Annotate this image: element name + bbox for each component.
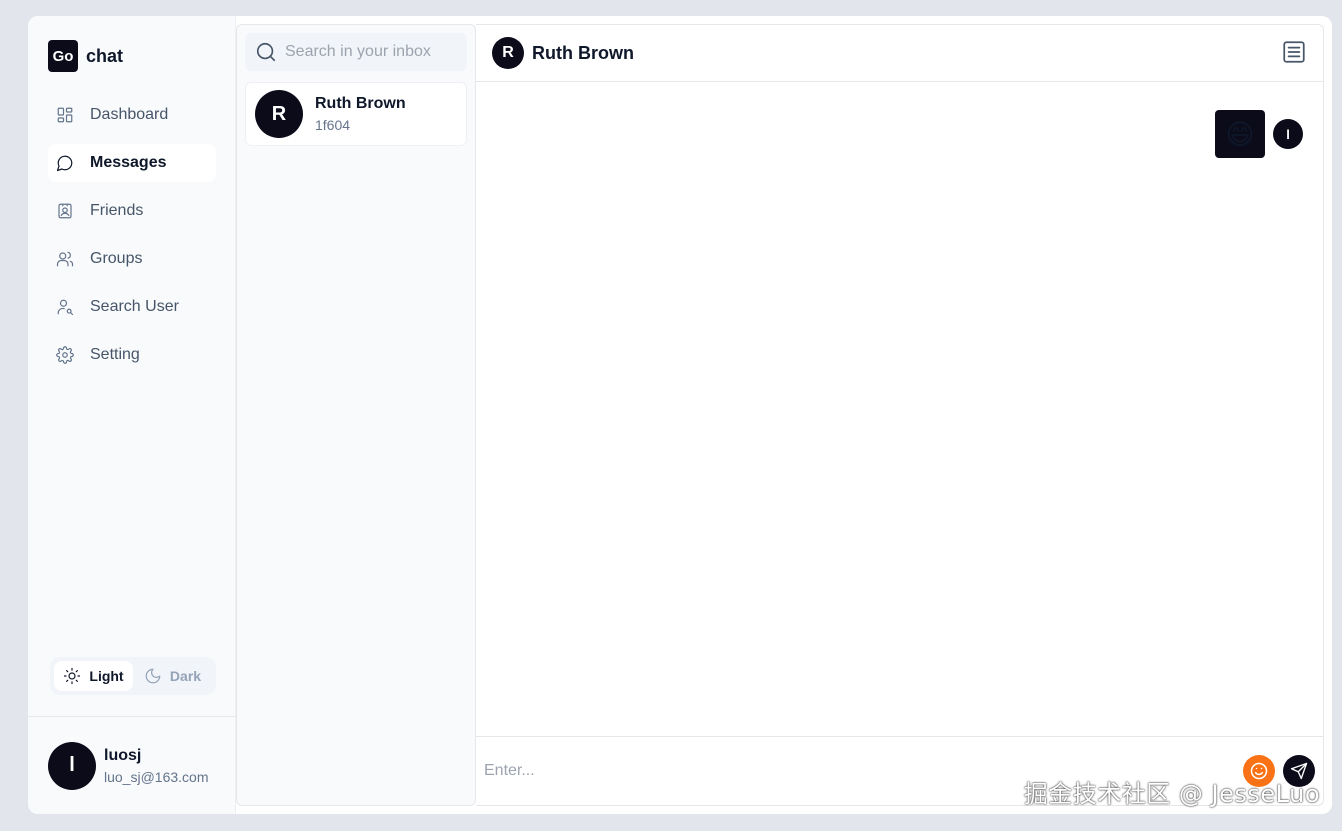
sidebar-item-groups[interactable]: Groups <box>48 240 216 278</box>
current-user-profile[interactable]: l luosj luo_sj@163.com <box>28 716 236 814</box>
sidebar-item-dashboard[interactable]: Dashboard <box>48 96 216 134</box>
avatar: R <box>492 37 524 69</box>
conversation-name: Ruth Brown <box>315 95 406 112</box>
watermark: 掘金技术社区 @ JesseLuo <box>1023 780 1320 808</box>
sidebar: Go chat Dashboard Messages Friends Group… <box>28 16 236 814</box>
user-name: luosj <box>104 746 142 764</box>
theme-dark-label: Dark <box>169 668 202 684</box>
message-icon <box>56 155 73 172</box>
search-icon <box>256 42 276 62</box>
user-info: luosj luo_sj@163.com <box>104 747 209 785</box>
app-window: Go chat Dashboard Messages Friends Group… <box>28 16 1332 814</box>
dashboard-icon <box>57 107 73 123</box>
sidebar-item-label: Friends <box>90 202 144 219</box>
sidebar-item-label: Setting <box>90 346 140 363</box>
user-search-icon <box>57 299 74 316</box>
brand-logo: Go <box>48 40 78 72</box>
conversation-preview: 1f604 <box>315 117 351 133</box>
gear-icon <box>56 346 74 364</box>
brand-name: chat <box>86 45 124 66</box>
theme-dark-button[interactable]: Dark <box>133 661 212 691</box>
sun-icon <box>64 667 81 685</box>
message-outgoing: 😄 l <box>1215 110 1303 158</box>
sidebar-item-label: Dashboard <box>90 106 169 123</box>
sidebar-item-label: Groups <box>90 250 143 267</box>
sidebar-item-search-user[interactable]: Search User <box>48 288 216 326</box>
avatar: l <box>48 741 96 790</box>
conversation-info: Ruth Brown 1f604 <box>315 95 406 133</box>
users-icon <box>56 251 74 267</box>
sidebar-item-label: Search User <box>90 298 179 315</box>
sidebar-item-friends[interactable]: Friends <box>48 192 216 230</box>
chat-panel: R Ruth Brown 😄 l <box>476 24 1324 806</box>
theme-light-label: Light <box>89 668 124 684</box>
conversation-item[interactable]: R Ruth Brown 1f604 <box>245 82 467 146</box>
list-menu-icon <box>1283 41 1305 63</box>
sidebar-item-messages[interactable]: Messages <box>48 144 216 182</box>
moon-icon <box>145 668 161 684</box>
user-email: luo_sj@163.com <box>104 768 209 785</box>
message-bubble: 😄 <box>1215 110 1265 158</box>
theme-light-button[interactable]: Light <box>54 661 133 691</box>
avatar: l <box>1273 119 1303 149</box>
contact-card-icon <box>58 203 72 219</box>
search-box <box>245 33 467 71</box>
theme-toggle: Light Dark <box>50 657 216 695</box>
avatar: R <box>255 90 303 138</box>
chat-title: Ruth Brown <box>532 42 634 63</box>
sidebar-item-setting[interactable]: Setting <box>48 336 216 374</box>
chat-header: R Ruth Brown <box>476 25 1323 82</box>
sidebar-item-label: Messages <box>90 154 167 171</box>
search-input[interactable] <box>285 43 455 61</box>
brand[interactable]: Go chat <box>48 40 123 72</box>
sidebar-nav: Dashboard Messages Friends Groups Search… <box>48 96 216 384</box>
conversation-list: R Ruth Brown 1f604 <box>236 24 476 806</box>
chat-menu-button[interactable] <box>1281 39 1307 65</box>
